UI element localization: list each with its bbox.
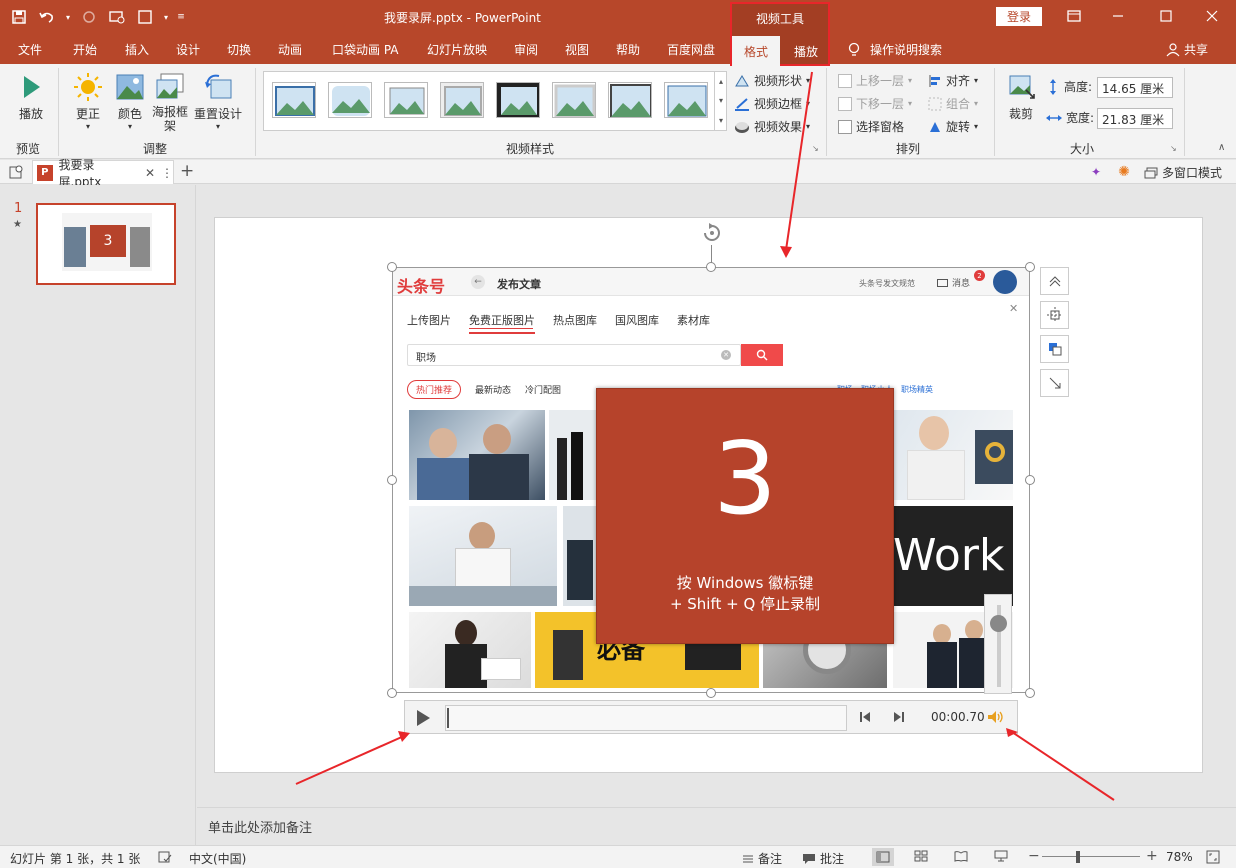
- annotation-arrows: [295, 71, 1115, 801]
